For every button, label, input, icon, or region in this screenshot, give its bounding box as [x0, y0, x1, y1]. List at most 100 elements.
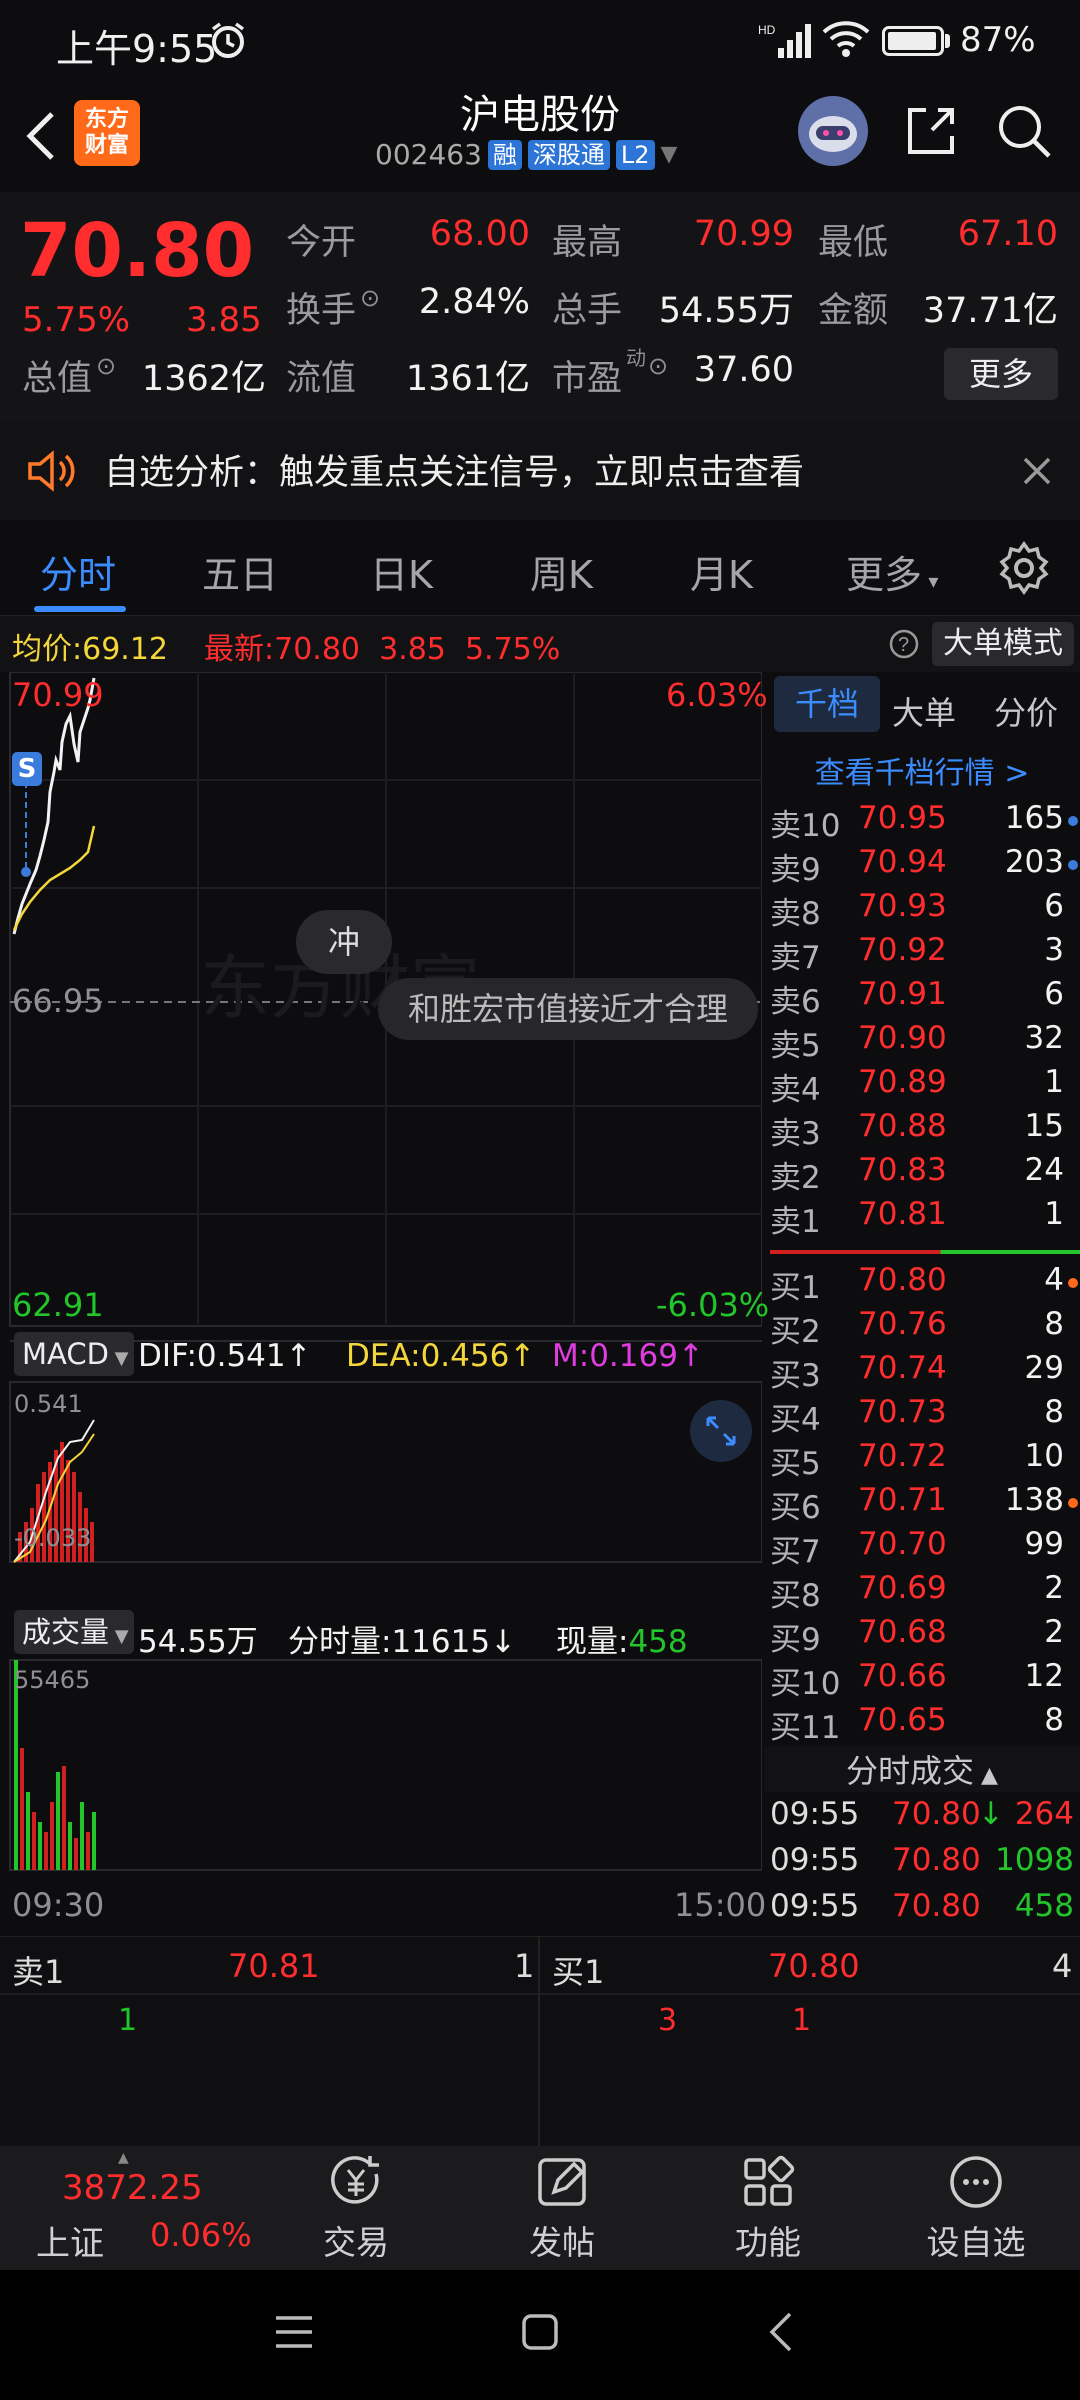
bid-ask-ratio-bar — [770, 1250, 1080, 1254]
bid-row[interactable]: 买8 70.69 2 — [764, 1570, 1080, 1614]
bid-row[interactable]: 买5 70.72 10 — [764, 1438, 1080, 1482]
home-icon[interactable] — [518, 2310, 562, 2354]
ask-price: 70.89 — [858, 1064, 947, 1100]
bid-row[interactable]: 买3 70.74 29 — [764, 1350, 1080, 1394]
stock-header: 东方 财富 沪电股份 002463 融 深股通 L2 ▼ — [0, 80, 1080, 192]
index-percent: 0.06% — [150, 2216, 252, 2254]
big-order-mode-button[interactable]: 大单模式 — [932, 622, 1074, 666]
share-icon[interactable] — [902, 102, 960, 160]
chong-marker[interactable]: 冲 — [296, 910, 392, 974]
volume-selector[interactable]: 成交量 ▼ — [14, 1610, 134, 1654]
high-label: 最高 — [552, 223, 623, 263]
ask-level-label: 卖7 — [770, 940, 821, 976]
strip-buy-price: 70.80 — [768, 1947, 860, 1985]
ask-level-label: 卖8 — [770, 896, 821, 932]
index-widget[interactable]: ▲ 3872.25 上证 0.06% — [0, 2146, 270, 2270]
ask-row[interactable]: 卖3 70.88 15 — [764, 1108, 1080, 1152]
ask-row[interactable]: 卖5 70.90 32 — [764, 1020, 1080, 1064]
s-signal-marker[interactable]: S — [12, 752, 42, 786]
nav-post[interactable]: 发帖 — [492, 2152, 632, 2264]
tab-more[interactable]: 更多 ▾ — [846, 544, 938, 599]
float-label: 流值 — [286, 359, 357, 399]
ask-row[interactable]: 卖10 70.95 165 — [764, 800, 1080, 844]
bid-row[interactable]: 买6 70.71 138 — [764, 1482, 1080, 1526]
more-dots-icon — [950, 2156, 1002, 2208]
view-depth-link[interactable]: 查看千档行情 > — [764, 748, 1080, 792]
tab-weekly-k[interactable]: 周K — [530, 544, 593, 599]
bid-row[interactable]: 买10 70.66 12 — [764, 1658, 1080, 1702]
strip-sell-label: 卖1 — [12, 1953, 65, 1991]
bid-row[interactable]: 买4 70.73 8 — [764, 1394, 1080, 1438]
big-order-dot — [1068, 816, 1078, 826]
nav-trade-label: 交易 — [323, 2223, 389, 2262]
more-button[interactable]: 更多 — [944, 348, 1058, 400]
ask-volume: 15 — [1024, 1108, 1064, 1144]
strip-sell-vol: 1 — [514, 1947, 535, 1985]
ask-row[interactable]: 卖8 70.93 6 — [764, 888, 1080, 932]
tab-level1000[interactable]: 千档 — [774, 676, 880, 732]
nav-add-watchlist[interactable]: 设自选 — [906, 2152, 1046, 2264]
mktcap-label: 总值 — [22, 359, 93, 399]
bid-volume: 2 — [1044, 1570, 1064, 1606]
news-bubble[interactable]: 和胜宏市值接近才合理 — [378, 978, 758, 1040]
tab-monthly-k[interactable]: 月K — [690, 544, 753, 599]
trade-price: 70.80 — [892, 1888, 981, 1924]
ask-price: 70.94 — [858, 844, 947, 880]
back-icon[interactable] — [760, 2310, 804, 2354]
ask-row[interactable]: 卖6 70.91 6 — [764, 976, 1080, 1020]
ask-level-label: 卖9 — [770, 852, 821, 888]
close-icon[interactable] — [1022, 456, 1052, 486]
trades-header[interactable]: 分时成交 ▲ — [764, 1746, 1080, 1792]
bid-level-label: 买2 — [770, 1314, 821, 1350]
trade-time: 09:55 — [770, 1842, 860, 1878]
bid-level-label: 买9 — [770, 1622, 821, 1658]
low-label: 最低 — [818, 223, 889, 263]
ask-row[interactable]: 卖4 70.89 1 — [764, 1064, 1080, 1108]
chart-canvas: 东方财富 — [9, 672, 762, 1871]
nav-trade[interactable]: 交易 — [286, 2152, 426, 2264]
bid-row[interactable]: 买1 70.80 4 — [764, 1262, 1080, 1306]
ask-price: 70.93 — [858, 888, 947, 924]
strip-buy-label: 买1 — [552, 1953, 605, 1991]
strip-buy-vol: 4 — [1052, 1947, 1073, 1985]
settings-gear-icon[interactable] — [996, 540, 1052, 596]
expand-icon[interactable] — [690, 1400, 752, 1462]
bid-volume: 8 — [1044, 1394, 1064, 1430]
amount-label: 金额 — [818, 291, 889, 331]
tag-connect: 深股通 — [527, 139, 610, 170]
price-high-label: 70.99 — [12, 676, 104, 714]
help-icon[interactable]: ? — [888, 628, 920, 660]
macd-selector[interactable]: MACD ▼ — [14, 1332, 134, 1376]
bid-row[interactable]: 买7 70.70 99 — [764, 1526, 1080, 1570]
menu-icon[interactable] — [272, 2310, 316, 2354]
ask-volume: 6 — [1044, 888, 1064, 924]
trade-price: 70.80 — [892, 1796, 981, 1832]
info-icon[interactable]: ⊙ — [648, 352, 668, 380]
tab-intraday[interactable]: 分时 — [40, 544, 116, 599]
bid-row[interactable]: 买2 70.76 8 — [764, 1306, 1080, 1350]
search-icon[interactable] — [995, 102, 1053, 160]
info-icon[interactable]: ⊙ — [360, 284, 380, 312]
volume-top-label: 55465 — [14, 1666, 91, 1694]
ask-row[interactable]: 卖7 70.92 3 — [764, 932, 1080, 976]
ask-row[interactable]: 卖2 70.83 24 — [764, 1152, 1080, 1196]
info-icon[interactable]: ⊙ — [96, 352, 116, 380]
ask-row[interactable]: 卖9 70.94 203 — [764, 844, 1080, 888]
macd-dea: DEA:0.456↑ — [346, 1338, 536, 1374]
nav-functions[interactable]: 功能 — [698, 2152, 838, 2264]
alert-banner[interactable]: 自选分析：触发重点关注信号，立即点击查看 — [0, 422, 1080, 520]
index-name: 上证 — [36, 2224, 104, 2264]
tab-daily-k[interactable]: 日K — [370, 544, 433, 599]
tab-price-distribution[interactable]: 分价 — [994, 688, 1058, 734]
ask-volume: 203 — [1004, 844, 1064, 880]
strip-queue-1: 1 — [118, 2003, 138, 2038]
bid-row[interactable]: 买11 70.65 8 — [764, 1702, 1080, 1746]
tab-big-orders[interactable]: 大单 — [892, 688, 956, 734]
assistant-robot-icon[interactable] — [798, 96, 868, 166]
tab-five-day[interactable]: 五日 — [202, 544, 278, 599]
intraday-chart-area[interactable]: 东方财富 70.99 6.03% 66.95 62.91 -6.03% S 冲 … — [0, 672, 769, 1936]
ask-row[interactable]: 卖1 70.81 1 — [764, 1196, 1080, 1240]
ask-level-label: 卖10 — [770, 808, 841, 844]
stock-code-row[interactable]: 002463 融 深股通 L2 ▼ — [375, 138, 677, 171]
bid-row[interactable]: 买9 70.68 2 — [764, 1614, 1080, 1658]
